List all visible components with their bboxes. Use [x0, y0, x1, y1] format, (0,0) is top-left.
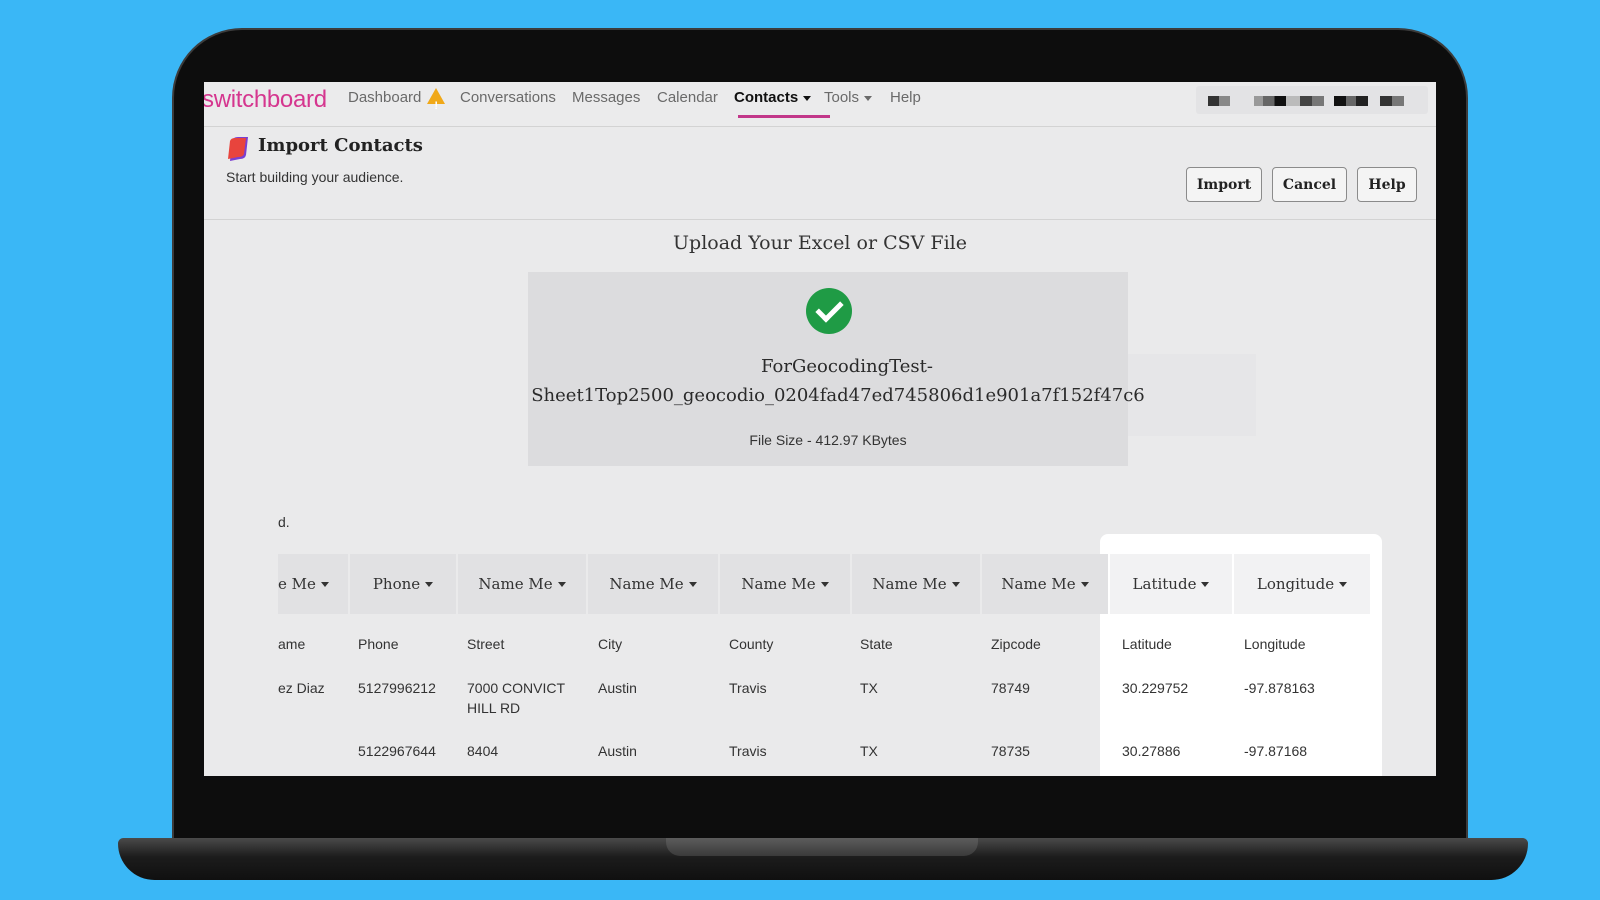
top-nav: switchboard Dashboard Conversations Mess…: [204, 82, 1436, 127]
mapping-label: Longitude: [1256, 575, 1335, 593]
redacted-block: [1334, 96, 1368, 106]
mapping-label: Name Me: [872, 575, 947, 593]
nav-contacts-label: Contacts: [734, 89, 799, 106]
chevron-down-icon: [1080, 581, 1089, 587]
table-cell: TX: [860, 743, 878, 759]
check-circle-icon: [806, 288, 852, 334]
street-line-2: HILL RD: [467, 700, 521, 716]
chevron-down-icon: [803, 95, 812, 101]
nav-dashboard[interactable]: Dashboard: [348, 82, 446, 122]
table-cell: 5122967644: [358, 743, 436, 759]
app-screen: switchboard Dashboard Conversations Mess…: [204, 82, 1436, 776]
table-cell: TX: [860, 680, 878, 696]
preview-table: e Me Phone Name Me Name Me Name Me Name …: [278, 534, 1436, 776]
redacted-block: [1380, 96, 1404, 106]
nav-calendar[interactable]: Calendar: [657, 82, 718, 114]
chevron-down-icon: [864, 95, 873, 101]
table-cell: 5127996212: [358, 680, 436, 696]
mapping-select-0[interactable]: e Me: [278, 554, 348, 614]
mapping-label: e Me: [278, 575, 316, 593]
chevron-down-icon: [557, 581, 566, 587]
page-subtitle: Start building your audience.: [226, 169, 404, 185]
nav-tools-label: Tools: [824, 89, 860, 106]
column-name: ame: [278, 636, 306, 652]
file-size: File Size - 412.97 KBytes: [749, 432, 907, 448]
table-cell: Austin: [598, 680, 637, 696]
mapping-label: Latitude: [1132, 575, 1197, 593]
file-dropzone[interactable]: ForGeocodingTest- Sheet1Top2500_geocodio…: [528, 272, 1145, 466]
uploaded-filename: ForGeocodingTest- Sheet1Top2500_geocodio…: [528, 352, 1148, 410]
contacts-logo-icon: [228, 137, 248, 161]
help-button[interactable]: Help: [1357, 167, 1417, 202]
active-tab-indicator: [738, 115, 830, 118]
column-name: Zipcode: [991, 636, 1041, 652]
laptop-notch: [666, 838, 978, 856]
nav-tools[interactable]: Tools: [824, 82, 873, 114]
chevron-down-icon: [820, 581, 829, 587]
chevron-down-icon: [425, 581, 434, 587]
nav-dashboard-label: Dashboard: [348, 89, 422, 106]
user-account-menu[interactable]: [1196, 86, 1428, 114]
table-cell: 78749: [991, 680, 1030, 696]
nav-conversations[interactable]: Conversations: [460, 82, 556, 114]
partial-instruction-text: d.: [278, 514, 290, 530]
redacted-block: [1208, 96, 1230, 106]
chevron-down-icon: [1201, 581, 1210, 587]
mapping-label: Phone: [372, 575, 421, 593]
table-cell: 30.27886: [1122, 743, 1181, 759]
table-cell: Travis: [729, 743, 767, 759]
column-name: State: [860, 636, 893, 652]
mapping-label: Name Me: [741, 575, 816, 593]
filename-line-1: ForGeocodingTest-: [761, 356, 933, 377]
filename-line-2: Sheet1Top2500_geocodio_0204fad47ed745806…: [531, 385, 1145, 406]
mapping-select-3[interactable]: Name Me: [588, 554, 718, 614]
column-name: Phone: [358, 636, 399, 652]
mapping-select-4[interactable]: Name Me: [720, 554, 850, 614]
table-cell: 7000 CONVICT HILL RD: [467, 678, 565, 718]
warning-icon: [427, 88, 446, 122]
upload-title: Upload Your Excel or CSV File: [673, 232, 967, 254]
mapping-label: Name Me: [1001, 575, 1076, 593]
mapping-select-6[interactable]: Name Me: [982, 554, 1108, 614]
column-name: City: [598, 636, 623, 652]
column-name: County: [729, 636, 774, 652]
chevron-down-icon: [1339, 581, 1348, 587]
chevron-down-icon: [951, 581, 960, 587]
cancel-button[interactable]: Cancel: [1272, 167, 1347, 202]
street-line-1: 7000 CONVICT: [467, 680, 566, 696]
nav-messages[interactable]: Messages: [572, 82, 640, 114]
chevron-down-icon: [320, 581, 329, 587]
mapping-select-5[interactable]: Name Me: [852, 554, 980, 614]
table-cell: -97.87168: [1244, 743, 1308, 759]
column-name: Longitude: [1244, 636, 1306, 652]
mapping-select-8[interactable]: Longitude: [1234, 554, 1370, 614]
nav-contacts[interactable]: Contacts: [734, 82, 812, 114]
mapping-select-1[interactable]: Phone: [350, 554, 456, 614]
column-name: Latitude: [1122, 636, 1172, 652]
table-cell: ez Diaz: [278, 680, 325, 696]
mapping-select-7[interactable]: Latitude: [1110, 554, 1232, 614]
mapping-select-2[interactable]: Name Me: [458, 554, 586, 614]
chevron-down-icon: [688, 581, 697, 587]
import-button[interactable]: Import: [1186, 167, 1262, 202]
mapping-label: Name Me: [609, 575, 684, 593]
table-cell: 30.229752: [1122, 680, 1189, 696]
redacted-block: [1300, 96, 1324, 106]
table-cell: Austin: [598, 743, 637, 759]
table-cell: Travis: [729, 680, 767, 696]
brand-logo[interactable]: switchboard: [204, 82, 327, 118]
table-cell: 78735: [991, 743, 1030, 759]
page-header: Import Contacts Start building your audi…: [204, 127, 1436, 220]
table-cell: 8404: [467, 743, 499, 759]
redacted-block: [1254, 96, 1300, 106]
page-title: Import Contacts: [258, 135, 423, 156]
mapping-label: Name Me: [478, 575, 553, 593]
nav-help[interactable]: Help: [890, 82, 921, 114]
table-cell: -97.878163: [1244, 680, 1315, 696]
column-name: Street: [467, 636, 505, 652]
